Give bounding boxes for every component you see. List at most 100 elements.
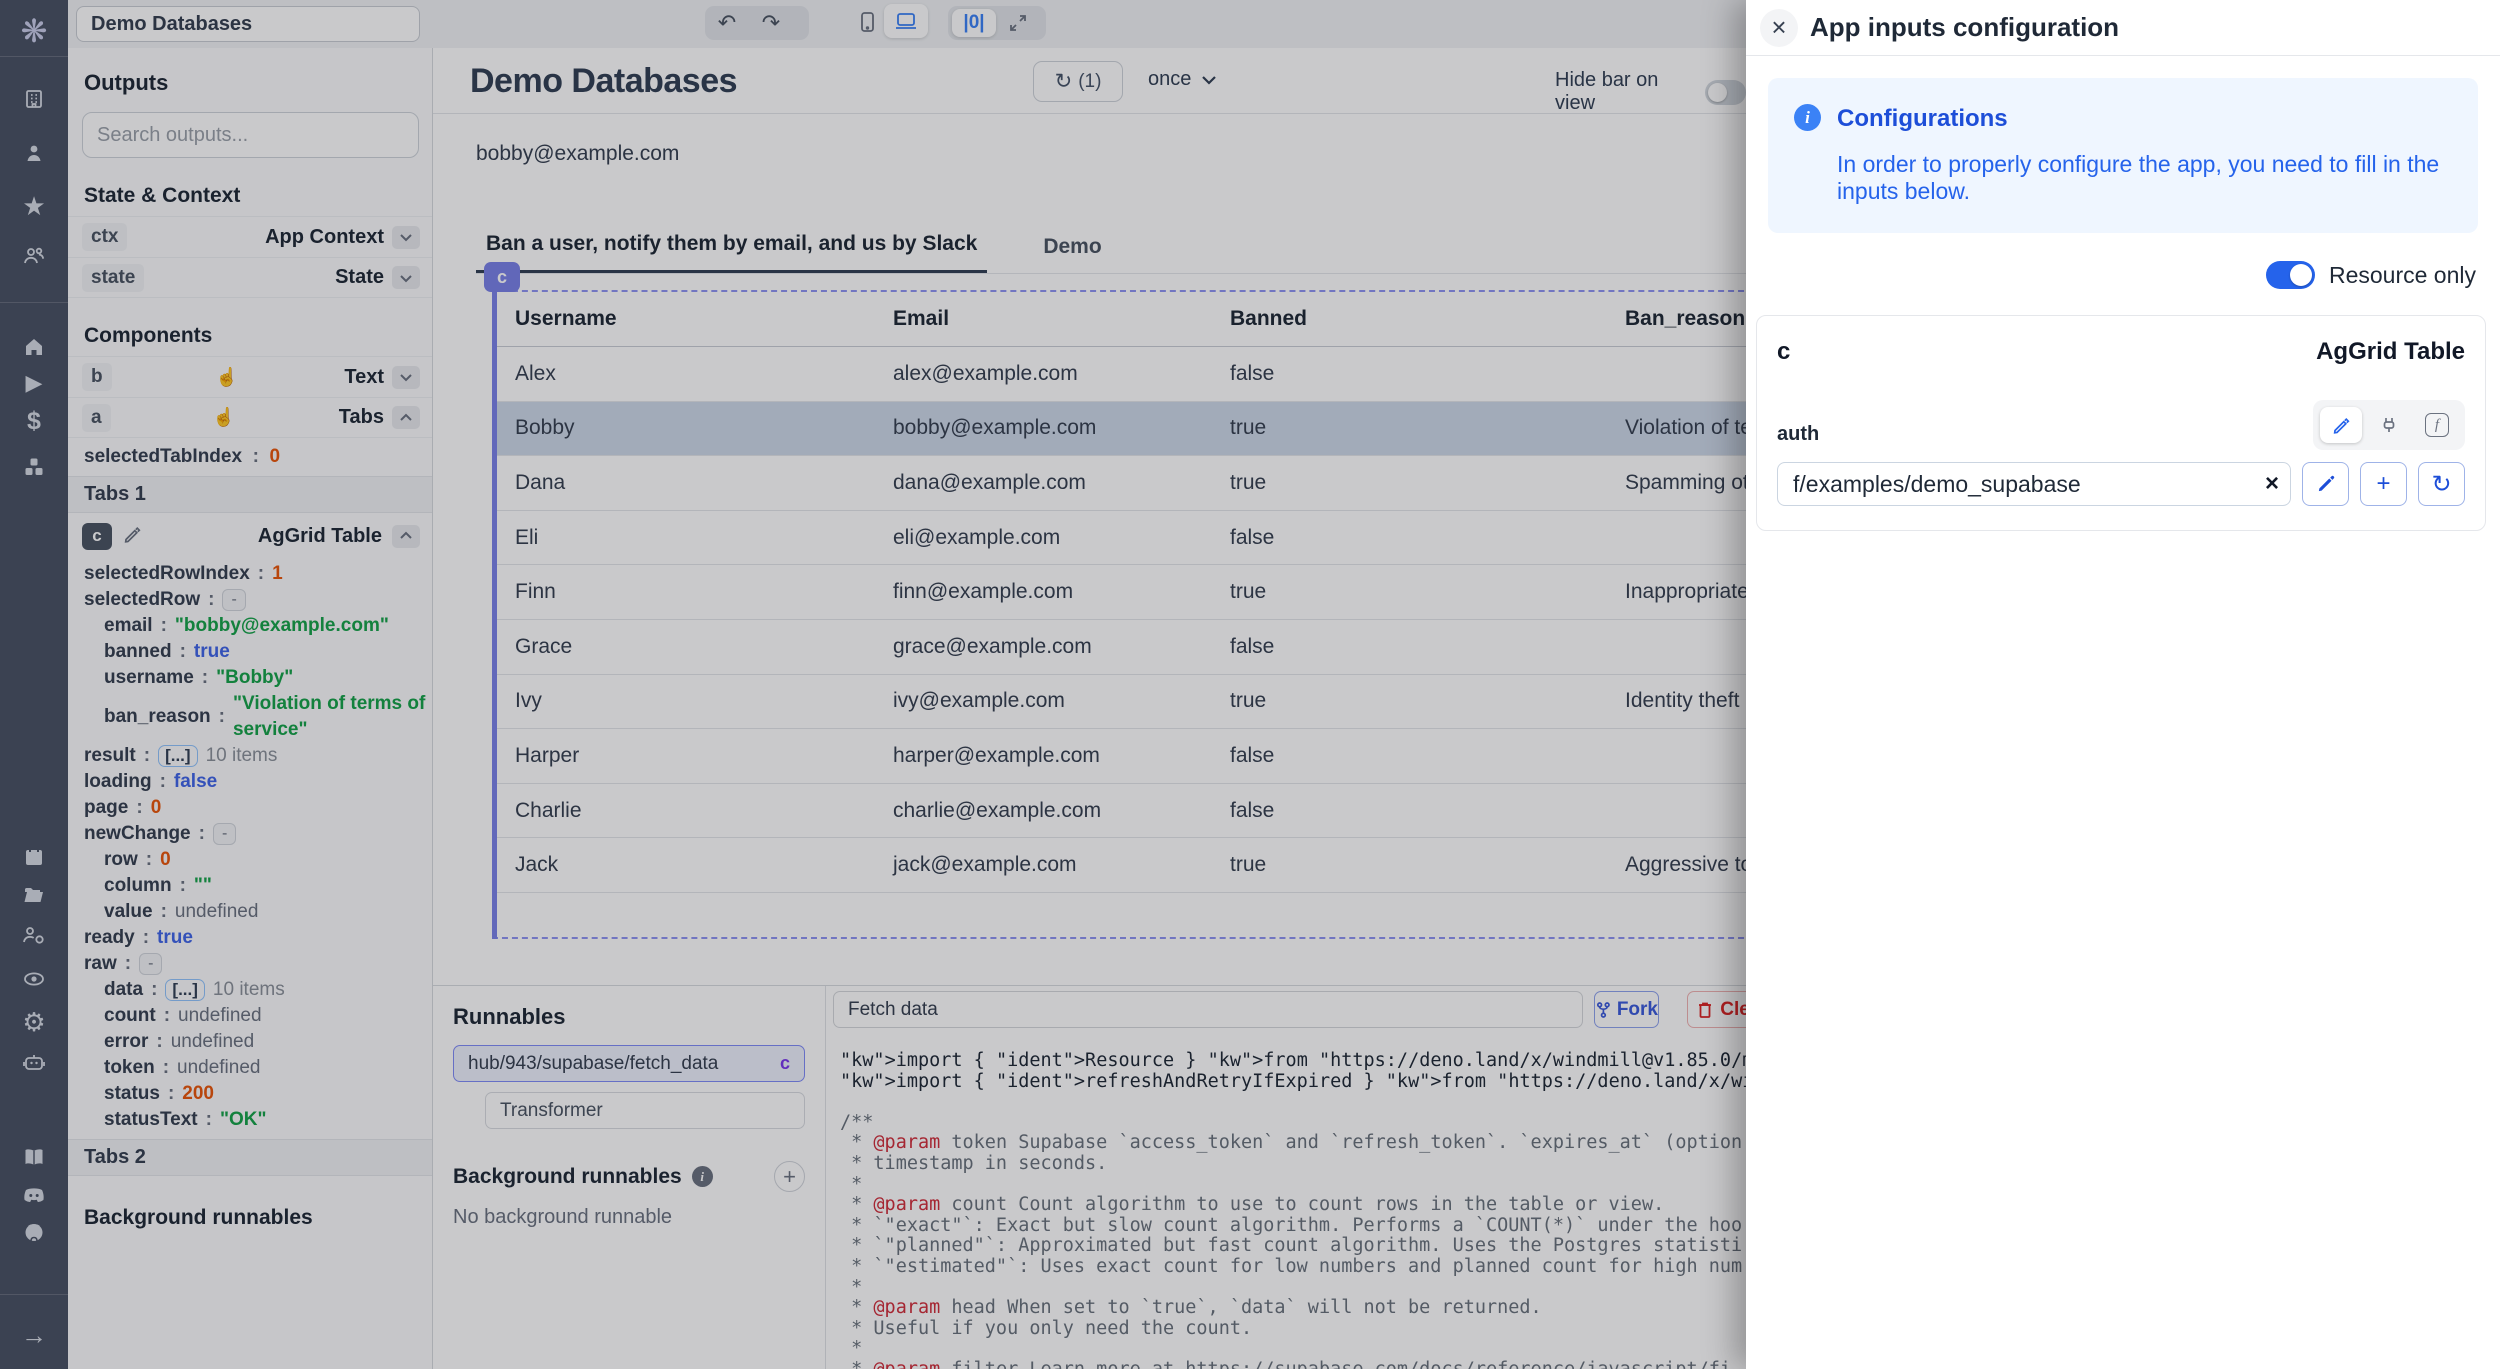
node-type-label: Text [344, 366, 384, 389]
column-header[interactable]: Email [872, 307, 1209, 331]
table-row[interactable]: Alexalex@example.comfalse [494, 347, 1752, 402]
static-mode-pencil-icon[interactable] [2320, 407, 2362, 443]
column-header[interactable]: Username [494, 307, 872, 331]
discord-icon[interactable] [0, 1176, 68, 1214]
object-viewer-row: ban_reason:"Violation of terms of servic… [68, 691, 432, 743]
home-icon[interactable] [0, 328, 68, 366]
app-tab-1[interactable]: Demo [1033, 235, 1111, 273]
selected-table-component[interactable]: c UsernameEmailBannedBan_reason Alexalex… [492, 290, 1754, 939]
expand-icon[interactable] [996, 6, 1040, 40]
resource-only-toggle[interactable] [2266, 261, 2315, 289]
add-resource-button[interactable]: + [2360, 462, 2407, 506]
object-viewer-row: row:0 [68, 847, 432, 873]
output-node-row[interactable]: b☝Text [68, 356, 432, 397]
hand-pointer-icon[interactable]: ☝ [216, 367, 238, 388]
github-icon[interactable] [0, 1213, 68, 1251]
runnable-item-fetch-data[interactable]: hub/943/supabase/fetch_data c [453, 1045, 805, 1082]
node-key: a [82, 404, 111, 432]
table-cell: grace@example.com [872, 635, 1209, 659]
chevron-down-icon[interactable] [392, 366, 420, 389]
schedules-icon[interactable] [0, 838, 68, 876]
audit-icon[interactable] [0, 960, 68, 998]
table-row[interactable]: Gracegrace@example.comfalse [494, 620, 1752, 675]
app-header: Demo Databases ↻(1) once Hide bar on vie… [433, 48, 1746, 114]
table-row[interactable]: Danadana@example.comtrueSpamming other u… [494, 456, 1752, 511]
table-cell: Harper [494, 744, 872, 768]
script-name-input[interactable] [833, 991, 1583, 1028]
table-cell: false [1209, 362, 1604, 386]
table-row[interactable]: Charliecharlie@example.comfalse [494, 784, 1752, 839]
fork-button[interactable]: Fork [1594, 991, 1659, 1028]
desktop-icon[interactable] [884, 4, 928, 38]
hide-bar-toggle[interactable] [1705, 80, 1746, 105]
tabs1-section-header[interactable]: Tabs 1 [68, 476, 432, 513]
user-icon[interactable] [0, 134, 68, 172]
docs-icon[interactable] [0, 1138, 68, 1176]
refresh-icon: ↻ [1055, 69, 1073, 94]
table-row[interactable]: Finnfinn@example.comtrueInappropriate be… [494, 565, 1752, 620]
object-viewer-row: email:"bobby@example.com" [68, 613, 432, 639]
resource-path-input[interactable] [1777, 462, 2291, 506]
redo-icon[interactable]: ↷ [749, 6, 793, 40]
table-cell: false [1209, 744, 1604, 768]
chevron-up-icon[interactable] [392, 406, 420, 429]
table-row[interactable]: Harperharper@example.comfalse [494, 729, 1752, 784]
tabs2-section-header[interactable]: Tabs 2 [68, 1139, 432, 1176]
aggrid-table[interactable]: UsernameEmailBannedBan_reason Alexalex@e… [494, 292, 1752, 937]
resources-icon[interactable] [0, 448, 68, 486]
connect-plug-icon[interactable] [2368, 407, 2410, 443]
chevron-down-icon [1201, 74, 1217, 86]
ai-icon[interactable] [0, 1043, 68, 1081]
output-node-row[interactable]: ctxApp Context [68, 216, 432, 257]
runnable-component-badge: c [780, 1053, 790, 1074]
aggrid-component-row[interactable]: c AgGrid Table [68, 513, 432, 559]
building-icon[interactable] [0, 80, 68, 118]
app-title-input[interactable] [76, 6, 420, 42]
edit-id-icon[interactable] [122, 524, 142, 549]
refresh-resource-button[interactable]: ↻ [2418, 462, 2465, 506]
variables-icon[interactable]: $ [0, 402, 68, 440]
fork-icon [1595, 1000, 1612, 1020]
clear-input-icon[interactable]: × [2265, 470, 2279, 498]
column-header[interactable]: Ban_reason [1604, 307, 1752, 331]
edit-resource-button[interactable] [2302, 462, 2349, 506]
runs-icon[interactable]: ▶ [0, 364, 68, 402]
table-row[interactable]: Ivyivy@example.comtrueIdentity theft [494, 675, 1752, 730]
add-background-runnable-button[interactable]: + [774, 1161, 805, 1192]
table-row[interactable]: Elieli@example.comfalse [494, 511, 1752, 566]
star-icon[interactable]: ★ [0, 187, 68, 225]
undo-icon[interactable]: ↶ [705, 6, 749, 40]
workers-icon[interactable] [0, 916, 68, 954]
hand-pointer-icon[interactable]: ☝ [212, 407, 234, 428]
app-tab-0[interactable]: Ban a user, notify them by email, and us… [476, 232, 987, 273]
output-node-row[interactable]: a ☝ Tabs [68, 397, 432, 438]
runnable-item-transformer[interactable]: Transformer [485, 1092, 805, 1129]
table-row[interactable]: Bobbybobby@example.comtrueViolation of t… [494, 402, 1752, 457]
folders-icon[interactable] [0, 876, 68, 914]
chevron-up-icon[interactable] [392, 525, 420, 548]
align-icon[interactable]: |0| [952, 9, 996, 37]
collapse-icon[interactable]: → [0, 1316, 68, 1354]
chevron-down-icon[interactable] [392, 226, 420, 249]
drawer-title: App inputs configuration [1810, 12, 2119, 43]
clear-button[interactable]: Clear [1687, 991, 1746, 1028]
search-outputs-input[interactable] [82, 112, 419, 158]
trash-icon [1696, 1000, 1714, 1020]
table-cell: Bobby [494, 416, 872, 440]
team-icon[interactable] [0, 237, 68, 275]
eval-fx-icon[interactable]: f [2416, 407, 2458, 443]
settings-icon[interactable]: ⚙ [0, 1003, 68, 1041]
interval-dropdown[interactable]: once [1148, 68, 1217, 91]
object-viewer-row: ready:true [68, 925, 432, 951]
object-viewer-row: value:undefined [68, 899, 432, 925]
code-line: * timestamp in seconds. [840, 1154, 1746, 1175]
node-type-label: Tabs [339, 406, 384, 429]
output-node-row[interactable]: stateState [68, 257, 432, 298]
refresh-button[interactable]: ↻(1) [1033, 61, 1123, 102]
table-row[interactable]: Jackjack@example.comtrueAggressive towar… [494, 838, 1752, 893]
chevron-down-icon[interactable] [392, 266, 420, 289]
close-icon[interactable]: × [1760, 9, 1798, 47]
mobile-icon[interactable] [845, 5, 889, 39]
code-content[interactable]: "kw">import { "ident">Resource } "kw">fr… [826, 1041, 1746, 1369]
column-header[interactable]: Banned [1209, 307, 1604, 331]
